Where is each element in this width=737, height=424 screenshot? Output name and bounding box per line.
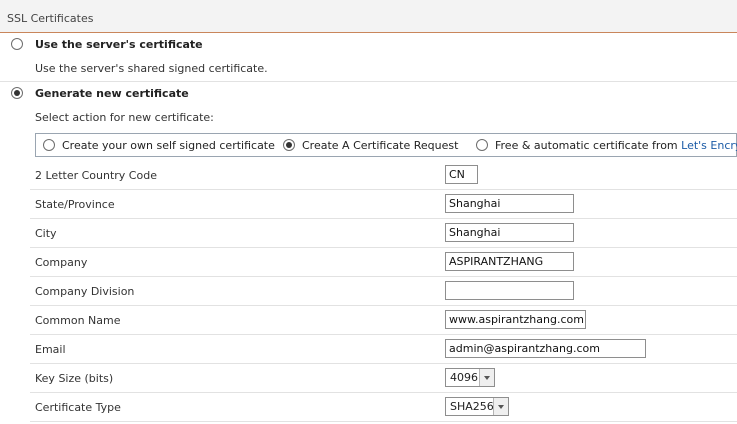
cert-type-label: Certificate Type xyxy=(35,401,121,414)
email-input[interactable]: admin@aspirantzhang.com xyxy=(445,339,646,358)
server-cert-radio[interactable] xyxy=(11,38,23,50)
division-input[interactable] xyxy=(445,281,574,300)
generate-new-description: Select action for new certificate: xyxy=(35,111,214,124)
lets-encrypt-link[interactable]: Let's Encrypt xyxy=(681,139,737,152)
server-cert-description: Use the server's shared signed certifica… xyxy=(35,62,268,75)
cert-type-value: SHA256 xyxy=(450,400,494,413)
action-choice-group: Create your own self signed certificate … xyxy=(35,133,737,157)
self-signed-radio[interactable] xyxy=(43,139,55,151)
state-label: State/Province xyxy=(35,198,115,211)
common-name-label: Common Name xyxy=(35,314,121,327)
country-input[interactable]: CN xyxy=(445,165,478,184)
section-title: SSL Certificates xyxy=(7,12,94,25)
chevron-down-icon[interactable] xyxy=(493,398,508,415)
divider xyxy=(30,276,737,277)
divider xyxy=(30,421,737,422)
lets-encrypt-radio[interactable] xyxy=(476,139,488,151)
section-header: SSL Certificates xyxy=(0,0,737,33)
cert-request-radio[interactable] xyxy=(283,139,295,151)
country-label: 2 Letter Country Code xyxy=(35,169,157,182)
generate-new-radio[interactable] xyxy=(11,87,23,99)
self-signed-label[interactable]: Create your own self signed certificate xyxy=(62,139,275,152)
city-input[interactable]: Shanghai xyxy=(445,223,574,242)
city-label: City xyxy=(35,227,57,240)
email-label: Email xyxy=(35,343,66,356)
divider xyxy=(30,189,737,190)
divider xyxy=(30,334,737,335)
chevron-down-icon[interactable] xyxy=(479,369,494,386)
state-input[interactable]: Shanghai xyxy=(445,194,574,213)
common-name-input[interactable]: www.aspirantzhang.com xyxy=(445,310,586,329)
lets-encrypt-label[interactable]: Free & automatic certificate from Let's … xyxy=(495,139,737,152)
divider xyxy=(30,218,737,219)
divider xyxy=(0,81,737,82)
divider xyxy=(30,363,737,364)
server-cert-title: Use the server's certificate xyxy=(35,38,203,51)
key-size-label: Key Size (bits) xyxy=(35,372,114,385)
divider xyxy=(30,247,737,248)
generate-new-title: Generate new certificate xyxy=(35,87,189,100)
divider xyxy=(30,305,737,306)
company-input[interactable]: ASPIRANTZHANG xyxy=(445,252,574,271)
division-label: Company Division xyxy=(35,285,135,298)
key-size-value: 4096 xyxy=(450,371,478,384)
company-label: Company xyxy=(35,256,88,269)
divider xyxy=(30,392,737,393)
cert-request-label[interactable]: Create A Certificate Request xyxy=(302,139,458,152)
cert-type-select[interactable]: SHA256 xyxy=(445,397,509,416)
key-size-select[interactable]: 4096 xyxy=(445,368,495,387)
